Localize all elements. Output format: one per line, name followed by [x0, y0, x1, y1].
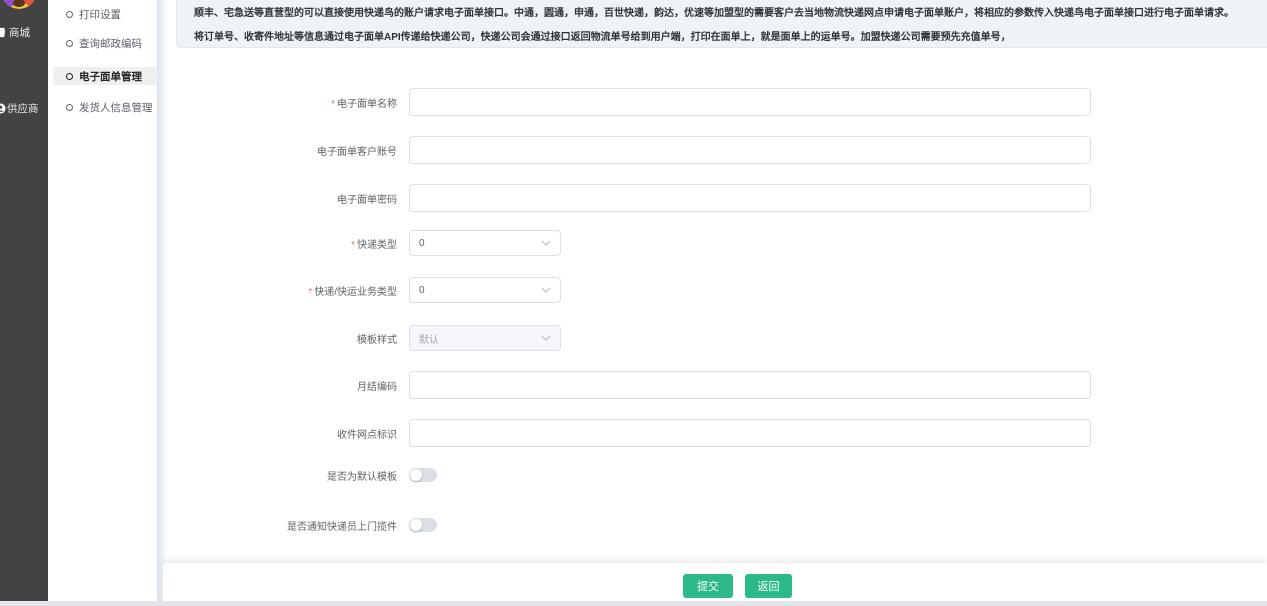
form-row-business-type: *快递/快运业务类型 0: [166, 277, 561, 303]
field-label: 电子面单客户账号: [166, 143, 397, 158]
waybill-password-input[interactable]: [409, 184, 1091, 212]
field-label: 月结编码: [166, 378, 397, 393]
form-row-customer-account: 电子面单客户账号: [166, 136, 1091, 164]
submit-button[interactable]: 提交: [683, 574, 733, 598]
field-label: 收件网点标识: [166, 426, 397, 441]
field-label: *快递/快运业务类型: [166, 283, 397, 298]
notify-courier-switch[interactable]: [409, 518, 437, 532]
menu-item-label: 发货人信息管理: [79, 100, 153, 115]
notice-line-1: 顺丰、宅急送等直营型的可以直接使用快递鸟的账户请求电子面单接口。中通，圆通，申通…: [194, 2, 1258, 26]
required-marker: *: [351, 240, 355, 251]
menu-item-print-settings[interactable]: 打印设置: [48, 5, 157, 23]
primary-sidebar: 商城 供应商: [0, 0, 48, 606]
chevron-down-icon: [541, 335, 551, 341]
sidebar-item-label: 商城: [9, 25, 30, 40]
menu-item-ewaybill-management[interactable]: 电子面单管理: [48, 67, 157, 85]
radio-circle-icon: [66, 73, 73, 80]
sidebar-item-label: 供应商: [7, 101, 39, 116]
page: 商城 供应商 打印设置 查询邮政编码 电子面单管理 发货人信息管理: [0, 0, 1267, 606]
field-label: 是否为默认模板: [166, 468, 397, 483]
template-style-select[interactable]: 默认: [409, 325, 561, 351]
chevron-down-icon: [541, 240, 551, 246]
waybill-name-input[interactable]: [409, 88, 1091, 116]
switch-knob: [410, 519, 422, 531]
form-row-express-type: *快递类型 0: [166, 230, 561, 256]
customer-account-input[interactable]: [409, 136, 1091, 164]
monthly-code-input[interactable]: [409, 371, 1091, 399]
required-marker: *: [331, 99, 335, 110]
app-logo[interactable]: [1, 0, 37, 9]
radio-circle-icon: [66, 40, 73, 47]
menu-item-label: 打印设置: [79, 7, 121, 22]
sidebar-item-supplier[interactable]: 供应商: [0, 98, 48, 118]
field-label: 电子面单密码: [166, 191, 397, 206]
avatar-logo-icon: [1, 0, 37, 9]
menu-item-sender-info[interactable]: 发货人信息管理: [48, 98, 157, 116]
chevron-down-icon: [541, 287, 551, 293]
supplier-icon: [0, 103, 6, 114]
business-type-select[interactable]: 0: [409, 277, 561, 303]
field-label: *快递类型: [166, 236, 397, 251]
form-row-waybill-name: *电子面单名称: [166, 88, 1091, 116]
form-row-template-style: 模板样式 默认: [166, 325, 561, 351]
field-label: 模板样式: [166, 331, 397, 346]
default-template-switch[interactable]: [409, 468, 437, 482]
form-row-default-template: 是否为默认模板: [166, 467, 437, 483]
required-marker: *: [308, 287, 312, 298]
field-label: *电子面单名称: [166, 95, 397, 110]
form-row-monthly-code: 月结编码: [166, 371, 1091, 399]
form-row-notify-courier: 是否通知快递员上门揽件: [166, 517, 437, 533]
switch-knob: [410, 469, 422, 481]
form-row-waybill-password: 电子面单密码: [166, 184, 1091, 212]
radio-circle-icon: [66, 11, 73, 18]
menu-item-postcode-query[interactable]: 查询邮政编码: [48, 34, 157, 52]
footer-bar: 提交 返回: [163, 563, 1267, 606]
main-content: 顺丰、宅急送等直营型的可以直接使用快递鸟的账户请求电子面单接口。中通，圆通，申通…: [166, 0, 1267, 606]
menu-item-label: 电子面单管理: [79, 69, 142, 84]
radio-circle-icon: [66, 104, 73, 111]
notice-banner: 顺丰、宅急送等直营型的可以直接使用快递鸟的账户请求电子面单接口。中通，圆通，申通…: [176, 0, 1267, 48]
form-row-branch-id: 收件网点标识: [166, 419, 1091, 447]
secondary-sidebar: 打印设置 查询邮政编码 电子面单管理 发货人信息管理: [48, 0, 157, 606]
scroll-gutter[interactable]: [157, 0, 166, 606]
notice-line-2: 将订单号、收寄件地址等信息通过电子面单API传递给快递公司，快递公司会通过接口返…: [194, 26, 1258, 50]
mall-icon: [0, 27, 6, 38]
sidebar-item-mall[interactable]: 商城: [0, 22, 48, 42]
express-type-select[interactable]: 0: [409, 230, 561, 256]
branch-id-input[interactable]: [409, 419, 1091, 447]
bottom-scrollbar[interactable]: [0, 601, 1267, 606]
menu-item-label: 查询邮政编码: [79, 36, 142, 51]
back-button[interactable]: 返回: [745, 574, 792, 598]
field-label: 是否通知快递员上门揽件: [166, 518, 397, 533]
